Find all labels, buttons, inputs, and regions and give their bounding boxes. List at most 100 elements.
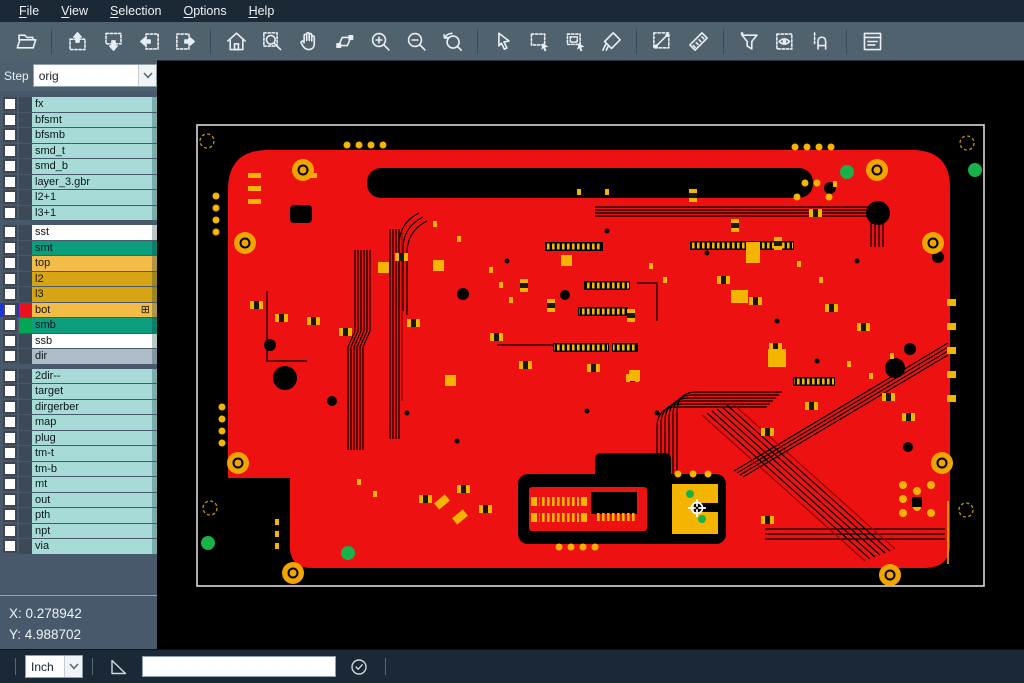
layer-name[interactable]: smd_b (32, 159, 157, 174)
layer-color-swatch[interactable] (19, 113, 32, 128)
layer-name[interactable]: sst (32, 225, 157, 240)
layer-visibility-checkbox[interactable] (0, 446, 19, 461)
layer-row-l3[interactable]: l3 (0, 287, 157, 302)
layer-color-swatch[interactable] (19, 190, 32, 205)
layer-color-swatch[interactable] (19, 415, 32, 430)
layer-name[interactable]: dir (32, 349, 157, 364)
layer-visibility-checkbox[interactable] (0, 206, 19, 221)
layer-color-swatch[interactable] (19, 287, 32, 302)
layer-visibility-checkbox[interactable] (0, 431, 19, 446)
layer-color-swatch[interactable] (19, 206, 32, 221)
layer-color-swatch[interactable] (19, 128, 32, 143)
layer-row-pth[interactable]: pth (0, 508, 157, 523)
layer-row-fx[interactable]: fx (0, 97, 157, 112)
layer-row-map[interactable]: map (0, 415, 157, 430)
layer-row-sst[interactable]: sst (0, 225, 157, 240)
layer-row-smt[interactable]: smt (0, 241, 157, 256)
layer-name[interactable]: plug (32, 431, 157, 446)
layer-name[interactable]: smt (32, 241, 157, 256)
layer-row-dirgerber[interactable]: dirgerber (0, 400, 157, 415)
layer-visibility-checkbox[interactable] (0, 159, 19, 174)
layer-row-tm-t[interactable]: tm-t (0, 446, 157, 461)
units-combobox[interactable]: Inch (25, 655, 83, 678)
layer-row-l2+1[interactable]: l2+1 (0, 190, 157, 205)
layer-color-swatch[interactable] (19, 446, 32, 461)
pan-hand-icon[interactable] (293, 26, 323, 56)
layer-visibility-checkbox[interactable] (0, 113, 19, 128)
layer-name[interactable]: l2+1 (32, 190, 157, 205)
layer-name[interactable]: 2dir-- (32, 369, 157, 384)
clear-brush-icon[interactable] (596, 26, 626, 56)
layer-name[interactable]: smd_t (32, 144, 157, 159)
layer-color-swatch[interactable] (19, 303, 32, 318)
layer-visibility-checkbox[interactable] (0, 256, 19, 271)
layer-color-swatch[interactable] (19, 97, 32, 112)
layer-name[interactable]: l3+1 (32, 206, 157, 221)
layer-row-via[interactable]: via (0, 539, 157, 554)
layer-row-target[interactable]: target (0, 384, 157, 399)
layer-visibility-checkbox[interactable] (0, 369, 19, 384)
layer-color-swatch[interactable] (19, 462, 32, 477)
layer-visibility-checkbox[interactable] (0, 493, 19, 508)
layer-visibility-checkbox[interactable] (0, 384, 19, 399)
layer-visibility-checkbox[interactable] (0, 400, 19, 415)
layer-row-npt[interactable]: npt (0, 524, 157, 539)
layer-row-ssb[interactable]: ssb (0, 334, 157, 349)
layer-visibility-checkbox[interactable] (0, 144, 19, 159)
layer-name[interactable]: pth (32, 508, 157, 523)
layer-name[interactable]: ssb (32, 334, 157, 349)
measure-ruler-icon[interactable] (683, 26, 713, 56)
layer-name[interactable]: tm-t (32, 446, 157, 461)
layer-name[interactable]: mt (32, 477, 157, 492)
layer-row-bot[interactable]: bot⊞ (0, 303, 157, 318)
menu-file[interactable]: File (8, 4, 50, 18)
layer-color-swatch[interactable] (19, 508, 32, 523)
layer-name[interactable]: top (32, 256, 157, 271)
layer-color-swatch[interactable] (19, 431, 32, 446)
layer-visibility-checkbox[interactable] (0, 241, 19, 256)
layer-row-plug[interactable]: plug (0, 431, 157, 446)
layer-visibility-checkbox[interactable] (0, 508, 19, 523)
layer-name[interactable]: tm-b (32, 462, 157, 477)
layer-color-swatch[interactable] (19, 272, 32, 287)
layer-visibility-checkbox[interactable] (0, 97, 19, 112)
layer-visibility-checkbox[interactable] (0, 190, 19, 205)
layer-visibility-checkbox[interactable] (0, 334, 19, 349)
shift-right-icon[interactable] (170, 26, 200, 56)
layer-visibility-checkbox[interactable] (0, 175, 19, 190)
layer-name[interactable]: smb (32, 318, 157, 333)
layer-visibility-checkbox[interactable] (0, 349, 19, 364)
select-group-icon[interactable] (560, 26, 590, 56)
layer-name[interactable]: dirgerber (32, 400, 157, 415)
layer-visibility-checkbox[interactable] (0, 524, 19, 539)
zoom-previous-icon[interactable] (437, 26, 467, 56)
layer-visibility-checkbox[interactable] (0, 303, 19, 318)
layer-visibility-checkbox[interactable] (0, 128, 19, 143)
layer-name[interactable]: map (32, 415, 157, 430)
filter-icon[interactable] (734, 26, 764, 56)
layer-name[interactable]: npt (32, 524, 157, 539)
select-arrow-icon[interactable] (488, 26, 518, 56)
angle-measure-icon[interactable] (106, 654, 132, 680)
layer-name[interactable]: via (32, 539, 157, 554)
snap-icon[interactable] (806, 26, 836, 56)
menu-view[interactable]: View (50, 4, 99, 18)
home-view-icon[interactable] (221, 26, 251, 56)
layer-row-top[interactable]: top (0, 256, 157, 271)
layer-visibility-checkbox[interactable] (0, 462, 19, 477)
layer-row-dir[interactable]: dir (0, 349, 157, 364)
layer-visibility-checkbox[interactable] (0, 477, 19, 492)
shift-up-icon[interactable] (62, 26, 92, 56)
layer-visibility-checkbox[interactable] (0, 287, 19, 302)
layer-name[interactable]: out (32, 493, 157, 508)
zoom-window-icon[interactable] (329, 26, 359, 56)
layer-color-swatch[interactable] (19, 369, 32, 384)
layer-color-swatch[interactable] (19, 539, 32, 554)
layer-color-swatch[interactable] (19, 384, 32, 399)
open-file-icon[interactable] (11, 26, 41, 56)
layer-color-swatch[interactable] (19, 524, 32, 539)
layer-color-swatch[interactable] (19, 349, 32, 364)
measure-line-icon[interactable] (647, 26, 677, 56)
layer-color-swatch[interactable] (19, 144, 32, 159)
zoom-region-icon[interactable] (257, 26, 287, 56)
